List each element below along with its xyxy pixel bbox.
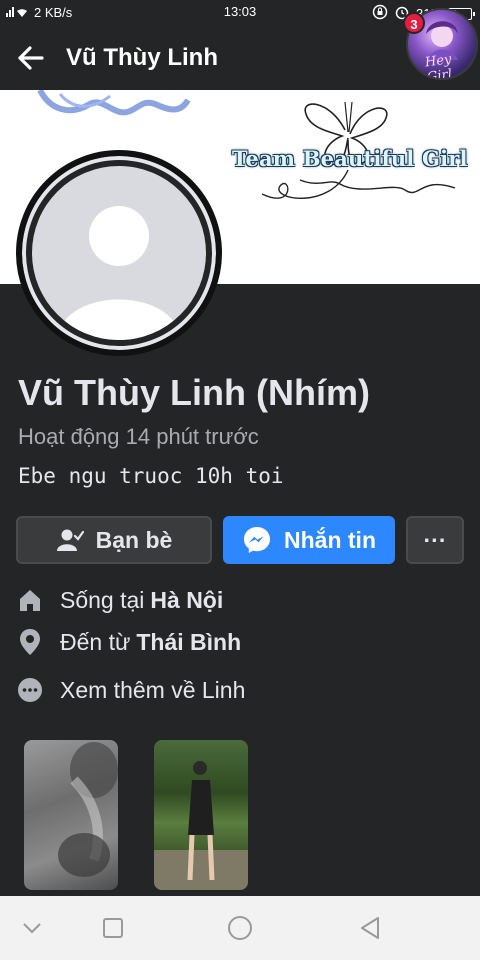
profile-name: Vũ Thùy Linh (Nhím) <box>18 372 370 413</box>
active-status: Hoạt động 14 phút trước <box>18 424 259 449</box>
from-prefix: Đến từ <box>60 628 131 655</box>
system-nav-bar <box>0 896 480 960</box>
nav-back-button[interactable] <box>350 910 390 946</box>
nav-home-button[interactable] <box>220 910 260 946</box>
photo-content <box>154 761 248 890</box>
friends-button-label: Bạn bè <box>95 526 173 553</box>
message-button-label: Nhắn tin <box>284 526 376 553</box>
back-arrow-icon <box>18 46 44 70</box>
lives-in-city[interactable]: Hà Nội <box>150 587 223 614</box>
profile-bio: Ebe ngu truoc 10h toi <box>18 464 284 488</box>
more-options-label: ··· <box>423 526 447 553</box>
from-row: Đến từ Thái Bình <box>16 628 241 656</box>
person-silhouette-icon <box>57 206 181 340</box>
nav-recents-button[interactable] <box>93 910 133 946</box>
photo-content <box>58 742 118 877</box>
friend-check-icon <box>56 529 84 551</box>
circle-icon <box>228 916 252 940</box>
page-title: Vũ Thùy Linh <box>66 44 218 71</box>
messenger-icon <box>244 527 270 553</box>
back-button[interactable] <box>12 38 52 78</box>
home-icon <box>16 586 44 614</box>
cover-text: Team Beautiful Girl <box>232 146 468 171</box>
see-more-row[interactable]: Xem thêm về Linh <box>16 676 245 704</box>
photo-thumbnail[interactable] <box>154 740 248 890</box>
triangle-back-icon <box>361 917 379 939</box>
avatar-text: Hey Girl <box>424 51 454 80</box>
from-city[interactable]: Thái Bình <box>136 629 241 656</box>
friends-button[interactable]: Bạn bè <box>16 516 212 564</box>
notification-badge: 3 <box>403 12 425 34</box>
default-avatar <box>32 166 206 340</box>
more-options-button[interactable]: ··· <box>406 516 464 564</box>
chevron-down-icon <box>23 923 41 934</box>
see-more-label: Xem thêm về Linh <box>60 676 246 703</box>
message-button[interactable]: Nhắn tin <box>223 516 395 564</box>
square-icon <box>103 918 123 938</box>
nav-hide-button[interactable] <box>12 910 52 946</box>
lock-rotation-icon <box>372 4 388 23</box>
profile-picture[interactable] <box>16 150 222 356</box>
lives-in-prefix: Sống tại <box>60 586 145 613</box>
more-dots-icon <box>16 676 44 704</box>
photo-thumbnail[interactable] <box>24 740 118 890</box>
location-pin-icon <box>16 628 44 656</box>
lives-in-row: Sống tại Hà Nội <box>16 586 223 614</box>
